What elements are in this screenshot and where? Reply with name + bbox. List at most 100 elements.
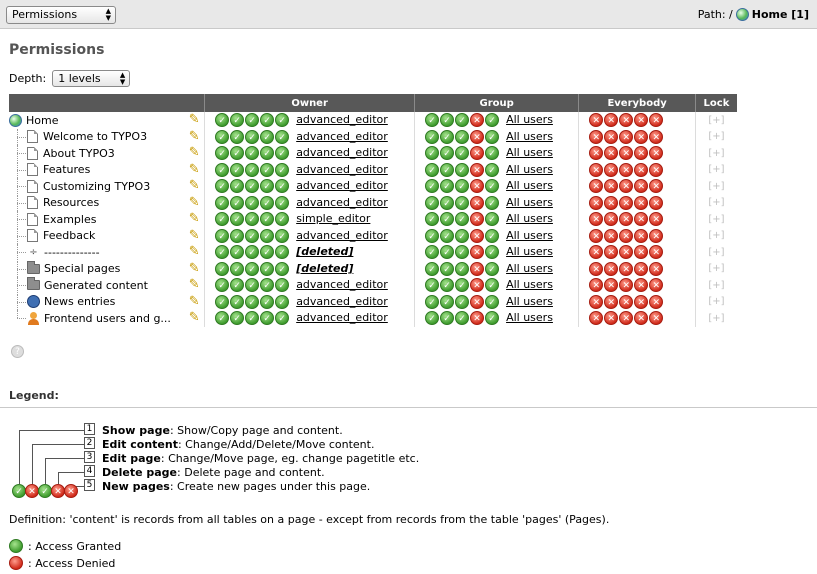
check-icon[interactable]: ✓ bbox=[215, 228, 230, 243]
check-icon[interactable]: ✓ bbox=[260, 228, 275, 243]
check-icon[interactable]: ✓ bbox=[245, 294, 260, 309]
cross-icon[interactable]: ✕ bbox=[649, 146, 664, 161]
cross-icon[interactable]: ✕ bbox=[604, 146, 619, 161]
cross-icon[interactable]: ✕ bbox=[589, 294, 604, 309]
cross-icon[interactable]: ✕ bbox=[634, 113, 649, 128]
lock-cell[interactable]: [+] bbox=[694, 128, 737, 145]
check-icon[interactable]: ✓ bbox=[245, 245, 260, 260]
check-icon[interactable]: ✓ bbox=[440, 311, 455, 326]
cross-icon[interactable]: ✕ bbox=[589, 162, 604, 177]
check-icon[interactable]: ✓ bbox=[455, 212, 470, 227]
check-icon[interactable]: ✓ bbox=[425, 294, 440, 309]
cross-icon[interactable]: ✕ bbox=[589, 129, 604, 144]
check-icon[interactable]: ✓ bbox=[485, 179, 500, 194]
check-icon[interactable]: ✓ bbox=[245, 129, 260, 144]
check-icon[interactable]: ✓ bbox=[275, 245, 290, 260]
check-icon[interactable]: ✓ bbox=[260, 195, 275, 210]
cross-icon[interactable]: ✕ bbox=[649, 195, 664, 210]
check-icon[interactable]: ✓ bbox=[245, 278, 260, 293]
edit-pencil-icon[interactable]: ✎ bbox=[186, 146, 202, 160]
check-icon[interactable]: ✓ bbox=[485, 146, 500, 161]
cross-icon[interactable]: ✕ bbox=[634, 294, 649, 309]
owner-link[interactable]: advanced_editor bbox=[296, 179, 388, 192]
check-icon[interactable]: ✓ bbox=[455, 129, 470, 144]
check-icon[interactable]: ✓ bbox=[425, 113, 440, 128]
owner-link[interactable]: advanced_editor bbox=[296, 113, 388, 126]
check-icon[interactable]: ✓ bbox=[440, 129, 455, 144]
check-icon[interactable]: ✓ bbox=[455, 261, 470, 276]
check-icon[interactable]: ✓ bbox=[230, 278, 245, 293]
cross-icon[interactable]: ✕ bbox=[649, 245, 664, 260]
cross-icon[interactable]: ✕ bbox=[589, 146, 604, 161]
check-icon[interactable]: ✓ bbox=[275, 228, 290, 243]
cross-icon[interactable]: ✕ bbox=[619, 294, 634, 309]
check-icon[interactable]: ✓ bbox=[440, 294, 455, 309]
check-icon[interactable]: ✓ bbox=[485, 278, 500, 293]
cross-icon[interactable]: ✕ bbox=[634, 311, 649, 326]
cross-icon[interactable]: ✕ bbox=[619, 228, 634, 243]
lock-cell[interactable]: [+] bbox=[694, 277, 737, 294]
check-icon[interactable]: ✓ bbox=[275, 311, 290, 326]
cross-icon[interactable]: ✕ bbox=[470, 129, 485, 144]
check-icon[interactable]: ✓ bbox=[215, 261, 230, 276]
group-link[interactable]: All users bbox=[506, 163, 553, 176]
cross-icon[interactable]: ✕ bbox=[619, 179, 634, 194]
cross-icon[interactable]: ✕ bbox=[470, 311, 485, 326]
cross-icon[interactable]: ✕ bbox=[634, 129, 649, 144]
check-icon[interactable]: ✓ bbox=[215, 311, 230, 326]
check-icon[interactable]: ✓ bbox=[215, 245, 230, 260]
cross-icon[interactable]: ✕ bbox=[649, 311, 664, 326]
page-title-link[interactable]: Home bbox=[26, 114, 58, 127]
check-icon[interactable]: ✓ bbox=[230, 179, 245, 194]
lock-cell[interactable]: [+] bbox=[694, 310, 737, 327]
cross-icon[interactable]: ✕ bbox=[619, 212, 634, 227]
group-link[interactable]: All users bbox=[506, 212, 553, 225]
lock-cell[interactable]: [+] bbox=[694, 161, 737, 178]
cross-icon[interactable]: ✕ bbox=[634, 195, 649, 210]
owner-link[interactable]: advanced_editor bbox=[296, 311, 388, 324]
lock-cell[interactable]: [+] bbox=[694, 178, 737, 195]
cross-icon[interactable]: ✕ bbox=[649, 228, 664, 243]
owner-link[interactable]: advanced_editor bbox=[296, 278, 388, 291]
check-icon[interactable]: ✓ bbox=[455, 195, 470, 210]
cross-icon[interactable]: ✕ bbox=[470, 162, 485, 177]
help-icon[interactable]: ? bbox=[11, 345, 24, 358]
lock-cell[interactable]: [+] bbox=[694, 227, 737, 244]
check-icon[interactable]: ✓ bbox=[455, 162, 470, 177]
group-link[interactable]: All users bbox=[506, 262, 553, 275]
cross-icon[interactable]: ✕ bbox=[634, 228, 649, 243]
cross-icon[interactable]: ✕ bbox=[470, 278, 485, 293]
edit-pencil-icon[interactable]: ✎ bbox=[186, 311, 202, 325]
check-icon[interactable]: ✓ bbox=[275, 294, 290, 309]
cross-icon[interactable]: ✕ bbox=[470, 228, 485, 243]
check-icon[interactable]: ✓ bbox=[275, 162, 290, 177]
cross-icon[interactable]: ✕ bbox=[634, 278, 649, 293]
check-icon[interactable]: ✓ bbox=[275, 261, 290, 276]
check-icon[interactable]: ✓ bbox=[230, 228, 245, 243]
check-icon[interactable]: ✓ bbox=[485, 162, 500, 177]
cross-icon[interactable]: ✕ bbox=[470, 261, 485, 276]
edit-pencil-icon[interactable]: ✎ bbox=[186, 179, 202, 193]
edit-pencil-icon[interactable]: ✎ bbox=[186, 212, 202, 226]
lock-cell[interactable]: [+] bbox=[694, 260, 737, 277]
edit-pencil-icon[interactable]: ✎ bbox=[186, 162, 202, 177]
page-title-link[interactable]: Customizing TYPO3 bbox=[43, 180, 150, 193]
page-title-link[interactable]: Resources bbox=[43, 196, 99, 209]
check-icon[interactable]: ✓ bbox=[425, 162, 440, 177]
cross-icon[interactable]: ✕ bbox=[604, 179, 619, 194]
check-icon[interactable]: ✓ bbox=[245, 261, 260, 276]
owner-link[interactable]: [deleted] bbox=[296, 262, 353, 275]
cross-icon[interactable]: ✕ bbox=[634, 212, 649, 227]
group-link[interactable]: All users bbox=[506, 130, 553, 143]
page-title-link[interactable]: Examples bbox=[43, 213, 96, 226]
check-icon[interactable]: ✓ bbox=[215, 212, 230, 227]
cross-icon[interactable]: ✕ bbox=[604, 162, 619, 177]
check-icon[interactable]: ✓ bbox=[440, 245, 455, 260]
owner-link[interactable]: simple_editor bbox=[296, 212, 370, 225]
cross-icon[interactable]: ✕ bbox=[619, 162, 634, 177]
check-icon[interactable]: ✓ bbox=[425, 212, 440, 227]
check-icon[interactable]: ✓ bbox=[230, 129, 245, 144]
check-icon[interactable]: ✓ bbox=[455, 228, 470, 243]
check-icon[interactable]: ✓ bbox=[455, 113, 470, 128]
group-link[interactable]: All users bbox=[506, 179, 553, 192]
